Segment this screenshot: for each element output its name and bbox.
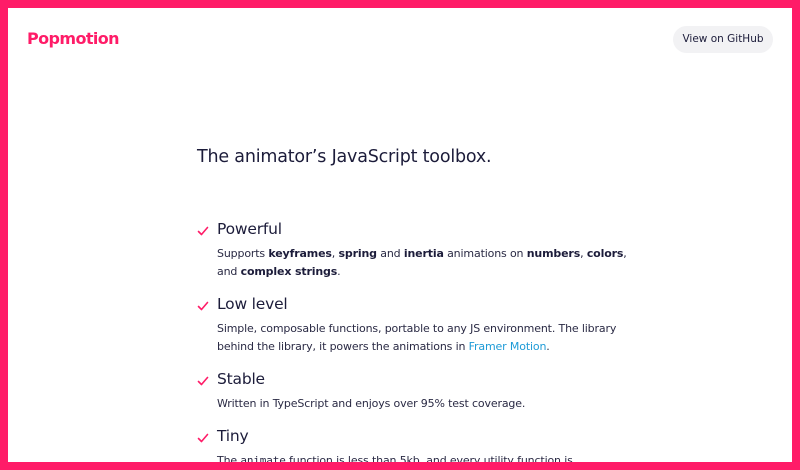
keyword: complex strings bbox=[240, 265, 338, 278]
check-icon bbox=[197, 432, 211, 446]
feature-description: Simple, composable functions, portable t… bbox=[217, 322, 617, 353]
popmotion-logo[interactable]: Popmotion bbox=[27, 29, 120, 48]
feature-title: Low level bbox=[217, 295, 288, 313]
page-frame: Popmotion View on GitHub The animator’s … bbox=[8, 8, 792, 462]
feature-description: The animate function is less than 5kb, a… bbox=[217, 452, 637, 462]
page-tagline: The animator’s JavaScript toolbox. bbox=[197, 147, 492, 167]
keyword: spring bbox=[338, 247, 377, 260]
keyword: colors bbox=[586, 247, 624, 260]
check-icon bbox=[197, 375, 211, 389]
code-snippet: animate bbox=[240, 454, 286, 462]
keyword: numbers bbox=[526, 247, 581, 260]
check-icon bbox=[197, 225, 211, 239]
feature-description: Supports keyframes, spring and inertia a… bbox=[217, 247, 627, 278]
framer-motion-link[interactable]: Framer Motion bbox=[469, 340, 547, 353]
view-on-github-button[interactable]: View on GitHub bbox=[673, 26, 773, 53]
feature-title: Powerful bbox=[217, 220, 282, 238]
feature-title: Tiny bbox=[217, 427, 249, 445]
check-icon bbox=[197, 300, 211, 314]
feature-title: Stable bbox=[217, 370, 265, 388]
keyword: keyframes bbox=[268, 247, 332, 260]
keyword: inertia bbox=[403, 247, 444, 260]
feature-description: Written in TypeScript and enjoys over 95… bbox=[217, 397, 526, 410]
